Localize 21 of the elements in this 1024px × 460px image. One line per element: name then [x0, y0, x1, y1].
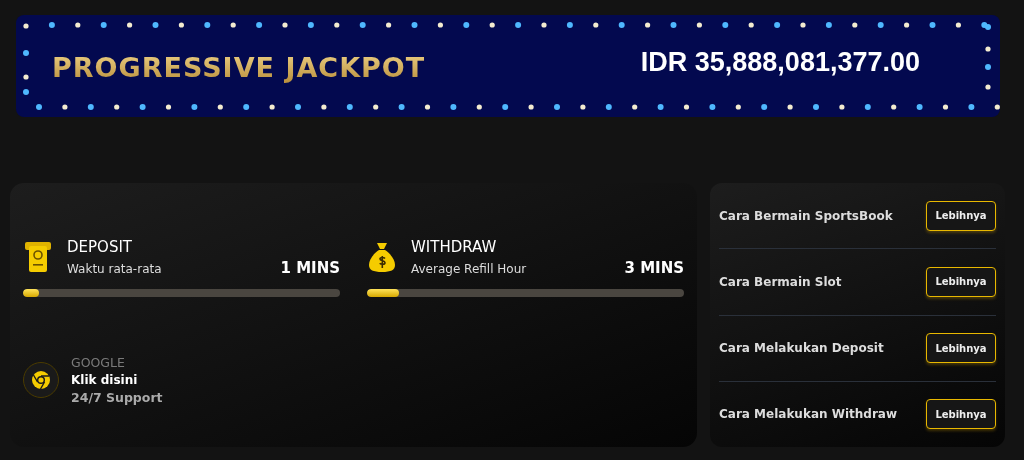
more-button[interactable]: Lebihnya	[926, 200, 996, 231]
guide-title: Cara Bermain SportsBook	[719, 208, 893, 223]
guide-title: Cara Melakukan Deposit	[719, 341, 884, 356]
support-note: 24/7 Support	[71, 390, 163, 405]
more-button[interactable]: Lebihnya	[926, 333, 996, 364]
money-bag-icon	[368, 241, 396, 273]
atm-icon	[25, 242, 51, 272]
browser-logo-icon	[23, 362, 59, 398]
jackpot-amount: IDR 35,888,081,377.00	[640, 46, 920, 78]
stat-value: 3 MINS	[624, 259, 684, 277]
stat-subtitle: Average Refill Hour	[411, 262, 528, 276]
stat-value: 1 MINS	[280, 259, 340, 277]
stat-title: DEPOSIT	[67, 238, 133, 256]
guide-title: Cara Bermain Slot	[719, 274, 842, 289]
more-button[interactable]: Lebihnya	[926, 399, 996, 430]
guide-title: Cara Melakukan Withdraw	[719, 407, 898, 422]
stat-subtitle: Waktu rata-rata	[67, 262, 163, 276]
support-label: GOOGLE	[71, 355, 126, 370]
support-link[interactable]: Klik disini	[71, 373, 163, 387]
more-button[interactable]: Lebihnya	[926, 266, 996, 297]
stat-title: WITHDRAW	[411, 238, 498, 256]
